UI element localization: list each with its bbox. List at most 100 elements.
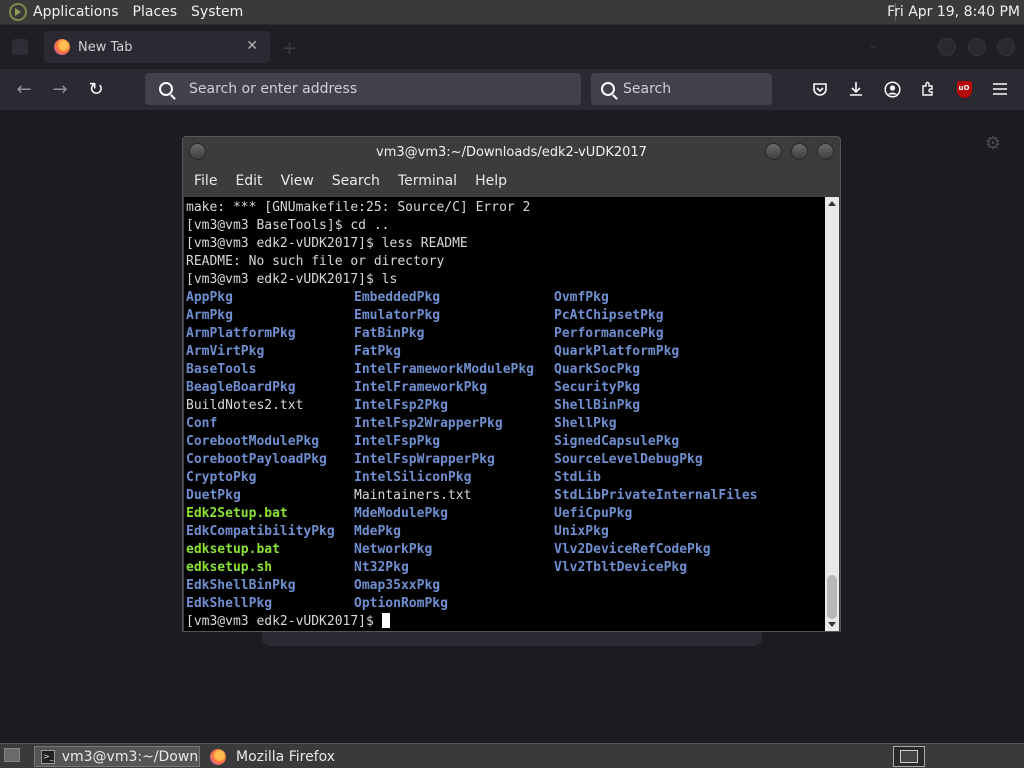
scroll-up-arrow-icon[interactable]: [828, 201, 836, 206]
ls-directory-entry: ArmPlatformPkg: [186, 326, 296, 341]
tab-strip: New Tab ✕ + ⌄: [0, 25, 1024, 69]
ls-directory-entry: FatBinPkg: [354, 326, 425, 341]
account-icon[interactable]: [881, 78, 903, 100]
ls-directory-entry: UefiCpuPkg: [554, 506, 633, 521]
menu-places[interactable]: Places: [133, 4, 178, 20]
terminal-prompt-line[interactable]: [vm3@vm3 edk2-vUDK2017]$: [186, 613, 827, 631]
ls-executable-entry: edksetup.bat: [186, 542, 280, 557]
list-tabs-chevron-icon[interactable]: ⌄: [868, 37, 878, 51]
menu-file[interactable]: File: [194, 173, 217, 189]
search-icon: [601, 82, 615, 96]
firefox-icon: [54, 39, 70, 55]
panel-clock[interactable]: Fri Apr 19, 8:40 PM: [887, 4, 1020, 20]
terminal-line: [vm3@vm3 BaseTools]$ cd ..: [186, 218, 390, 233]
ls-directory-entry: CorebootPayloadPkg: [186, 452, 327, 467]
ls-directory-entry: StdLibPrivateInternalFiles: [554, 488, 758, 503]
ls-directory-entry: ArmVirtPkg: [186, 344, 265, 359]
terminal-maximize-button[interactable]: [791, 143, 808, 160]
firefox-icon: [210, 748, 226, 765]
terminal-line: [vm3@vm3 edk2-vUDK2017]$ less README: [186, 236, 468, 251]
show-desktop-icon[interactable]: [4, 748, 20, 762]
ls-directory-entry: EdkShellPkg: [186, 596, 273, 611]
menu-search[interactable]: Search: [332, 173, 380, 189]
ublock-label: uO: [956, 80, 972, 98]
window-maximize-button[interactable]: [968, 38, 986, 56]
ublock-origin-icon[interactable]: uO: [953, 78, 975, 100]
ls-file-entry: [554, 595, 784, 613]
nav-toolbar: ← → ↻ uO: [0, 69, 1024, 110]
taskbar-terminal-label: vm3@vm3:~/Downl…: [61, 748, 199, 765]
ls-directory-entry: IntelFspWrapperPkg: [354, 452, 495, 467]
ls-directory-entry: OptionRomPkg: [354, 596, 448, 611]
terminal-menubar: File Edit View Search Terminal Help: [183, 167, 840, 195]
terminal-output[interactable]: make: *** [GNUmakefile:25: Source/C] Err…: [184, 197, 827, 631]
ls-directory-entry: EmulatorPkg: [354, 308, 441, 323]
hamburger-menu-icon[interactable]: [989, 78, 1011, 100]
menu-edit[interactable]: Edit: [235, 173, 262, 189]
firefox-view-icon[interactable]: [12, 39, 28, 55]
ls-directory-entry: SourceLevelDebugPkg: [554, 452, 703, 467]
taskbar-terminal-button[interactable]: >_ vm3@vm3:~/Downl…: [34, 746, 200, 767]
ls-directory-entry: NetworkPkg: [354, 542, 433, 557]
ls-directory-entry: OvmfPkg: [554, 290, 609, 305]
ls-directory-entry: PcAtChipsetPkg: [554, 308, 664, 323]
ls-directory-entry: DuetPkg: [186, 488, 241, 503]
ls-directory-entry: QuarkPlatformPkg: [554, 344, 680, 359]
scroll-down-arrow-icon[interactable]: [828, 622, 836, 627]
terminal-icon: >_: [41, 749, 55, 764]
tab-close-icon[interactable]: ✕: [246, 38, 258, 54]
reload-icon[interactable]: ↻: [84, 77, 108, 101]
tab-new-tab[interactable]: New Tab ✕: [44, 31, 270, 63]
ls-directory-entry: IntelSiliconPkg: [354, 470, 472, 485]
terminal-line: [vm3@vm3 edk2-vUDK2017]$ ls: [186, 272, 398, 287]
url-bar[interactable]: [145, 73, 581, 105]
menu-help[interactable]: Help: [475, 173, 507, 189]
menu-system[interactable]: System: [191, 4, 243, 20]
settings-gear-icon[interactable]: ⚙: [985, 133, 1001, 154]
ls-directory-entry: EdkShellBinPkg: [186, 578, 296, 593]
menu-view[interactable]: View: [281, 173, 314, 189]
ls-directory-entry: MdePkg: [354, 524, 401, 539]
terminal-window[interactable]: vm3@vm3:~/Downloads/edk2-vUDK2017 File E…: [182, 136, 841, 632]
tab-title: New Tab: [78, 39, 133, 55]
extensions-icon[interactable]: [917, 78, 939, 100]
window-menu-button[interactable]: [189, 143, 206, 160]
back-arrow-icon[interactable]: ←: [12, 77, 36, 101]
ls-file-entry: Maintainers.txt: [354, 488, 472, 503]
terminal-line: README: No such file or directory: [186, 254, 445, 269]
terminal-cursor: [381, 613, 390, 628]
window-close-button[interactable]: [997, 38, 1015, 56]
ls-directory-entry: IntelFrameworkPkg: [354, 380, 488, 395]
ls-directory-entry: ArmPkg: [186, 308, 233, 323]
ls-directory-entry: ShellBinPkg: [554, 398, 641, 413]
terminal-scrollbar[interactable]: [825, 197, 839, 631]
menu-applications[interactable]: Applications: [33, 4, 119, 20]
ls-directory-entry: IntelFrameworkModulePkg: [354, 362, 535, 377]
window-minimize-button[interactable]: [938, 38, 956, 56]
top-panel: Applications Places System Fri Apr 19, 8…: [0, 0, 1024, 25]
taskbar: >_ vm3@vm3:~/Downl… Mozilla Firefox: [0, 743, 1024, 768]
pocket-icon[interactable]: [809, 78, 831, 100]
ls-directory-entry: IntelFspPkg: [354, 434, 441, 449]
scrollbar-thumb[interactable]: [827, 575, 837, 619]
search-icon: [159, 82, 173, 96]
new-tab-plus-icon[interactable]: +: [282, 38, 297, 59]
forward-arrow-icon[interactable]: →: [48, 77, 72, 101]
search-input[interactable]: [623, 81, 763, 97]
url-input[interactable]: [189, 81, 549, 97]
terminal-close-button[interactable]: [817, 143, 834, 160]
ls-directory-entry: SecurityPkg: [554, 380, 641, 395]
applications-logo-icon[interactable]: [9, 3, 27, 21]
ls-directory-entry: Vlv2DeviceRefCodePkg: [554, 542, 711, 557]
ls-directory-entry: Vlv2TbltDevicePkg: [554, 560, 688, 575]
terminal-minimize-button[interactable]: [765, 143, 782, 160]
ls-directory-entry: Nt32Pkg: [354, 560, 409, 575]
taskbar-firefox-button[interactable]: Mozilla Firefox: [204, 746, 384, 767]
download-icon[interactable]: [845, 78, 867, 100]
terminal-titlebar[interactable]: vm3@vm3:~/Downloads/edk2-vUDK2017: [183, 137, 840, 167]
ls-directory-entry: StdLib: [554, 470, 601, 485]
menu-terminal[interactable]: Terminal: [398, 173, 457, 189]
workspace-icon[interactable]: [893, 746, 925, 767]
terminal-title: vm3@vm3:~/Downloads/edk2-vUDK2017: [376, 144, 647, 160]
search-bar[interactable]: [591, 73, 772, 105]
